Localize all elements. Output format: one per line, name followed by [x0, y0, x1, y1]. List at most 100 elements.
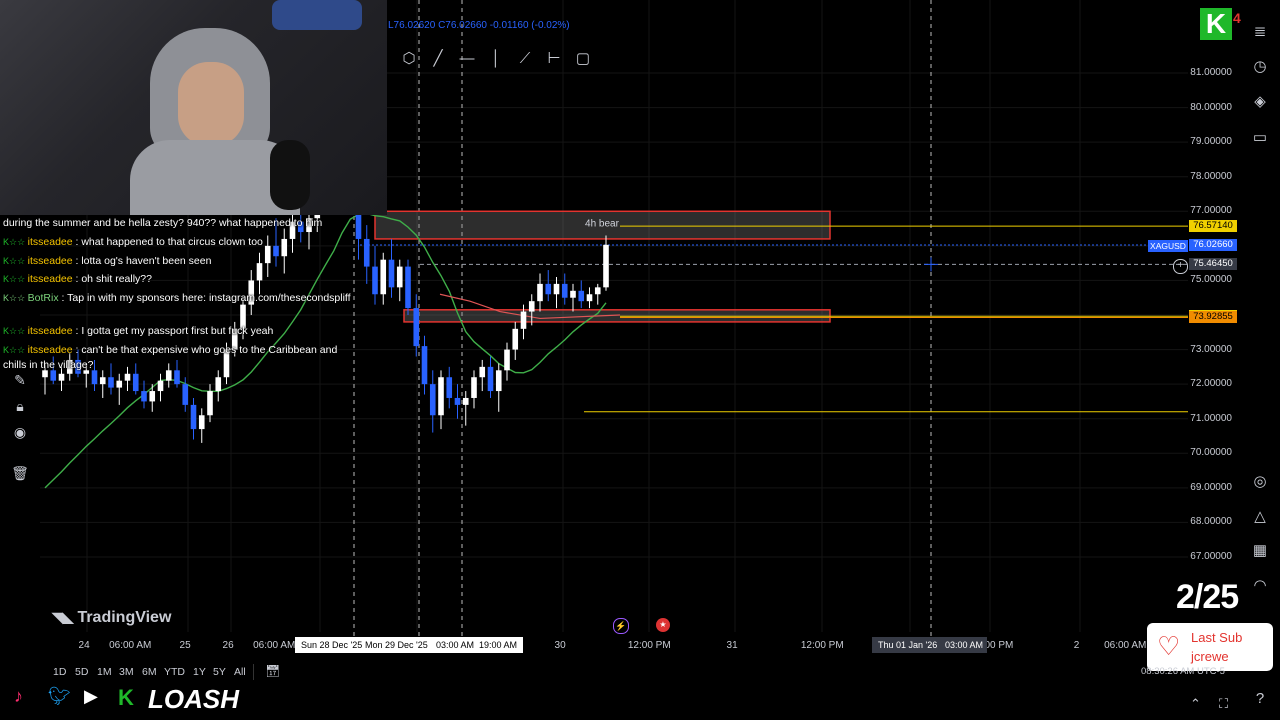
triangle-icon[interactable]: △	[1250, 507, 1270, 527]
price-tick-label: 67.00000	[1190, 551, 1232, 562]
alerts-clock-icon[interactable]: ◷	[1250, 57, 1270, 77]
help-icon[interactable]: ?	[1250, 689, 1270, 709]
lock-icon[interactable]: 🔒︎	[10, 396, 30, 416]
timeframe-ytd[interactable]: YTD	[164, 666, 185, 678]
candle-body	[157, 380, 164, 392]
time-highlight-3: 03:00 AM	[436, 640, 475, 650]
candle-body	[372, 266, 378, 295]
candle-body	[429, 384, 436, 416]
chevron-up-icon[interactable]: ⌃	[1190, 696, 1201, 712]
price-tick-label: 73.00000	[1190, 343, 1232, 355]
price-tick-label: 81.00000	[1190, 67, 1232, 78]
time-tick-label: 2	[1073, 640, 1080, 651]
candle-body	[405, 266, 411, 309]
eye-icon[interactable]: ◉	[10, 422, 30, 442]
time-tick-label: 06:00 AM	[1104, 640, 1147, 651]
time-tick-label: 12:00 PM	[627, 640, 671, 651]
us-flag-event-icon[interactable]: ★	[656, 618, 670, 632]
drawing-toolbar: ⬡ ╱ — │ ⟋ ⊢ ▢	[386, 46, 606, 72]
trash-icon[interactable]: 🗑︎	[10, 463, 30, 483]
candle-body	[273, 245, 279, 257]
price-tick-label: 77.00000	[1190, 205, 1232, 217]
zone-label: 4h bear	[585, 218, 620, 229]
candle-body	[462, 397, 469, 405]
candle-body	[215, 377, 222, 392]
layers-icon[interactable]: ◈	[1250, 92, 1270, 112]
ohlc-low: L76.02620	[388, 20, 436, 31]
candle-body	[198, 415, 205, 430]
candle-body	[396, 266, 403, 288]
vertical-line-tool-icon[interactable]: │	[485, 48, 507, 70]
price-tick-label: 69.00000	[1190, 481, 1232, 493]
add-alert-icon[interactable]: +	[1173, 259, 1188, 274]
chat-badge-icon: K☆☆	[3, 274, 28, 284]
time-tick-label: 12:00 PM	[800, 640, 844, 651]
wall-sign	[272, 0, 362, 30]
rectangle-tool-icon[interactable]: ▢	[572, 48, 594, 70]
price-tick-label: 71.00000	[1190, 412, 1232, 424]
youtube-icon: ▶	[84, 686, 98, 706]
candle-body	[281, 238, 288, 257]
candle-body	[504, 349, 510, 371]
candle-body	[446, 377, 453, 398]
brush-icon[interactable]: ✎	[10, 370, 30, 390]
maximize-icon[interactable]: ⛶	[1219, 696, 1228, 712]
ray-tool-icon[interactable]: ⟋	[514, 48, 536, 70]
chat-message: K☆☆ itsseadee : lotta og's haven't been …	[3, 255, 211, 267]
twitter-icon: 🐦︎	[48, 686, 71, 706]
chat-badge-icon: K☆☆	[3, 293, 28, 303]
timeframe-1m[interactable]: 1M	[97, 666, 112, 678]
chat-username: itsseadee	[27, 344, 73, 356]
candle-body	[124, 373, 131, 381]
date-range-icon[interactable]: 📅︎	[265, 664, 283, 680]
watchlist-icon[interactable]: ≣	[1250, 22, 1270, 42]
chat-username: BotRix	[27, 292, 59, 304]
chat-icon[interactable]: ▭	[1250, 128, 1270, 148]
candle-body	[545, 283, 552, 295]
chat-text: : oh shit really??	[72, 273, 152, 285]
candle-body	[537, 283, 543, 302]
chat-username: itsseadee	[27, 273, 73, 285]
calendar-icon[interactable]: ▦	[1250, 541, 1270, 561]
time-tick-label: 26	[222, 640, 234, 651]
chat-username: itsseadee	[27, 325, 73, 337]
chat-text: : Tap in with my sponsors here: instagra…	[58, 292, 351, 304]
timeframe-5y[interactable]: 5Y	[213, 666, 226, 678]
polygon-tool-icon[interactable]: ⬡	[398, 48, 420, 70]
trend-line-tool-icon[interactable]: ╱	[427, 48, 449, 70]
time-range-highlight: Sun 28 Dec '25 Mon 29 Dec '25 03:00 AM 1…	[295, 637, 523, 653]
chat-badge-icon: K☆☆	[3, 345, 28, 355]
timeframe-5d[interactable]: 5D	[75, 666, 88, 678]
chat-message: K☆☆ itsseadee : can't be that expensive …	[3, 344, 337, 356]
horizontal-line-tool-icon[interactable]: —	[456, 48, 478, 70]
crosshair-time: 03:00 AM	[945, 640, 984, 650]
candle-body	[570, 290, 576, 298]
timeframe-3m[interactable]: 3M	[119, 666, 134, 678]
candle-body	[99, 377, 106, 385]
candle-body	[50, 370, 57, 381]
time-tick-label: 06:00 AM	[253, 640, 296, 651]
candle-body	[174, 370, 180, 385]
tradingview-wordmark: TradingView	[77, 609, 172, 626]
last-sub-widget: ♡ Last Sub jcrewe	[1147, 623, 1273, 671]
price-tick-label: 70.00000	[1190, 447, 1232, 459]
timeframe-1y[interactable]: 1Y	[193, 666, 206, 678]
timeframe-1d[interactable]: 1D	[53, 666, 66, 678]
price-tick-label: 80.00000	[1190, 101, 1232, 113]
candle-body	[42, 370, 48, 378]
broadcast-icon[interactable]: ◠	[1250, 576, 1270, 596]
horizontal-ray-tool-icon[interactable]: ⊢	[543, 48, 565, 70]
timeframe-all[interactable]: All	[234, 666, 246, 678]
candle-body	[594, 287, 601, 295]
candle-body	[413, 308, 420, 347]
webcam-overlay	[0, 0, 387, 215]
brand-badge-count: 4	[1233, 10, 1241, 26]
chart-zones: 4h bear	[374, 210, 831, 323]
ohlc-close: C76.02660	[438, 20, 487, 31]
target-icon[interactable]: ◎	[1250, 472, 1270, 492]
candle-body	[363, 238, 370, 267]
time-tick-label: 00 PM	[984, 640, 1014, 651]
timeframe-6m[interactable]: 6M	[142, 666, 157, 678]
event-flash-icon[interactable]: ⚡	[613, 618, 629, 634]
candle-body	[132, 373, 139, 392]
